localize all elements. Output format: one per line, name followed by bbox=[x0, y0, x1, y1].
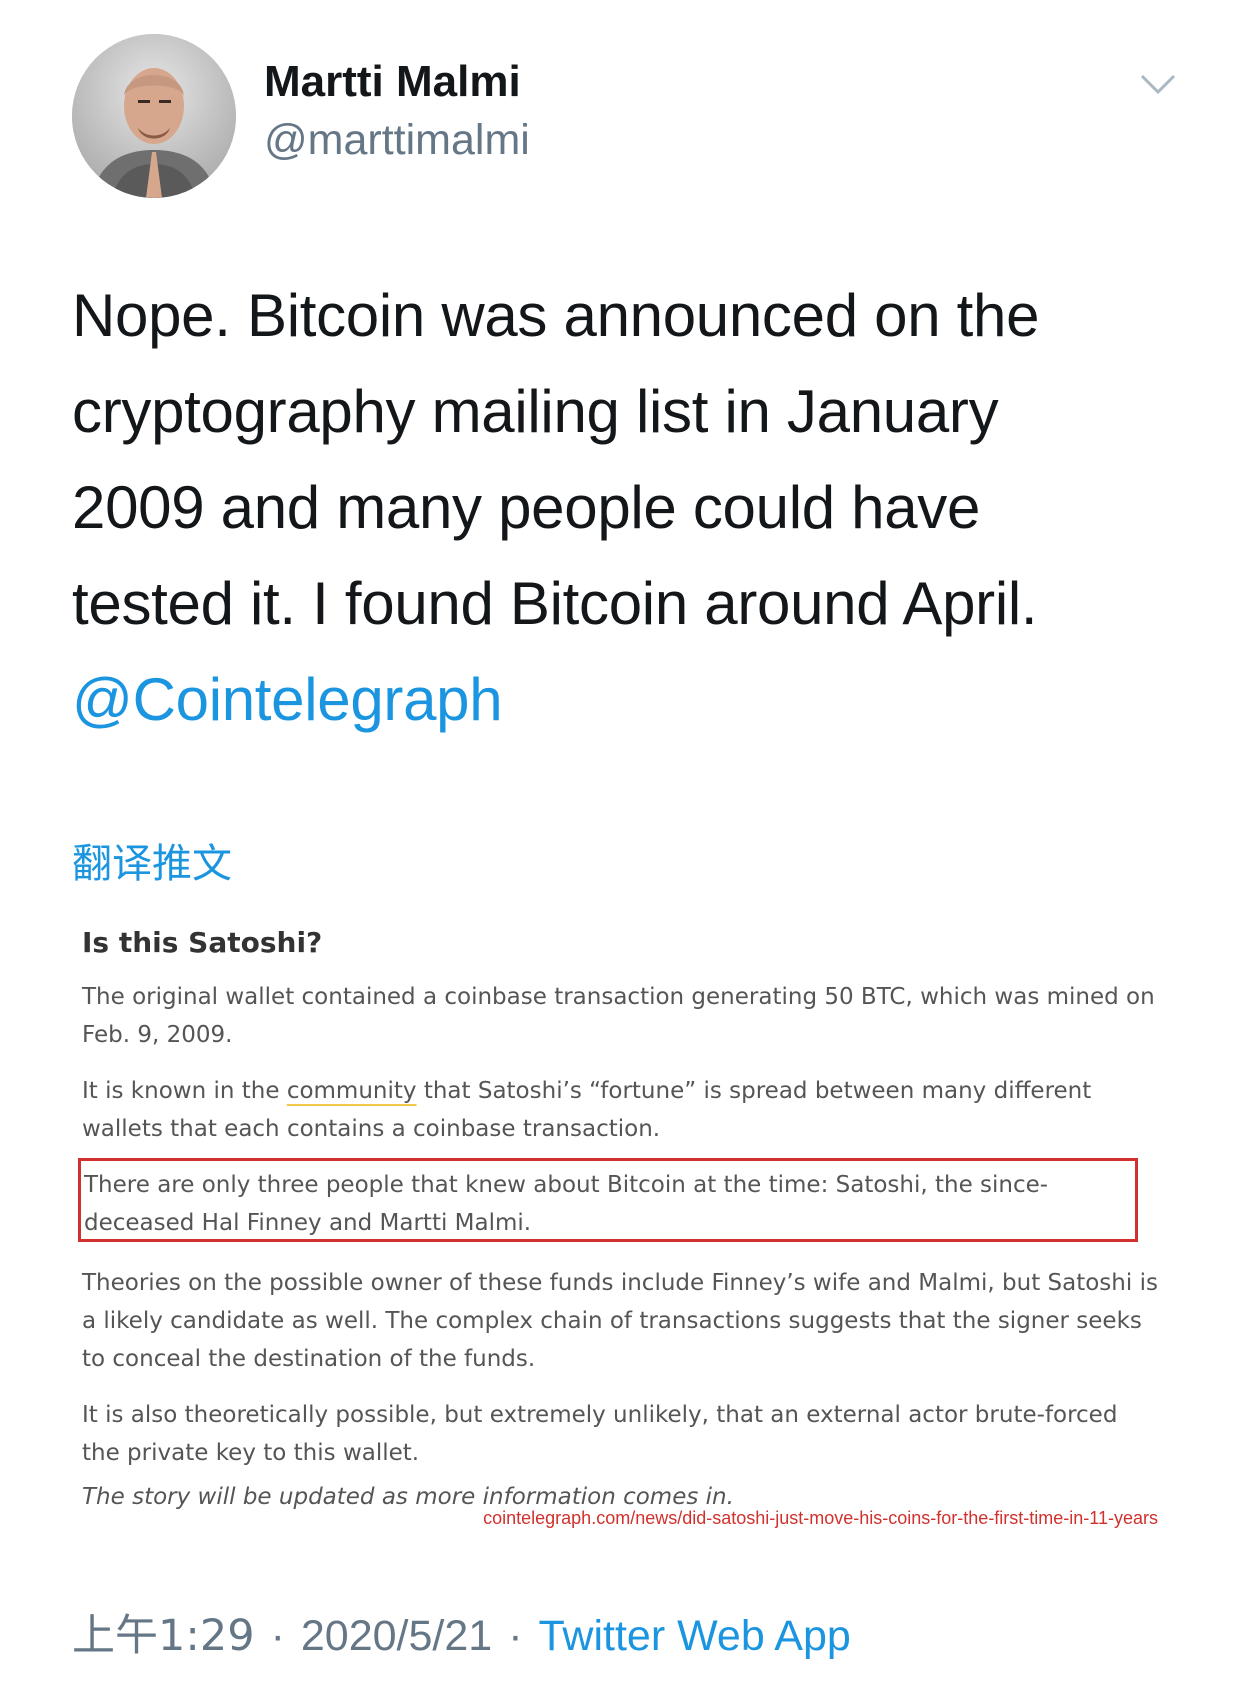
tweet-line: cryptography mailing list in January bbox=[72, 378, 999, 445]
attached-image[interactable]: Is this Satoshi? The original wallet con… bbox=[72, 912, 1182, 1552]
article-text: It is known in the bbox=[82, 1078, 287, 1104]
tweet-line: 2009 and many people could have bbox=[72, 474, 981, 541]
article-paragraph: It is also theoretically possible, but e… bbox=[82, 1402, 1118, 1466]
avatar[interactable] bbox=[72, 34, 236, 198]
source-url: cointelegraph.com/news/did-satoshi-just-… bbox=[483, 1508, 1158, 1528]
tweet-time[interactable]: 上午1:29 bbox=[72, 1611, 255, 1661]
profile-photo bbox=[72, 34, 236, 198]
user-handle[interactable]: @marttimalmi bbox=[264, 112, 530, 168]
user-names: Martti Malmi @marttimalmi bbox=[264, 56, 530, 168]
separator: · bbox=[508, 1612, 523, 1660]
article-paragraph: It is known in the community that Satosh… bbox=[82, 1072, 1162, 1148]
tweet-header: Martti Malmi @marttimalmi bbox=[72, 34, 1182, 204]
community-link: community bbox=[286, 1078, 417, 1104]
tweet-body: Nope. Bitcoin was announced on the crypt… bbox=[72, 268, 1182, 748]
mention-link[interactable]: @Cointelegraph bbox=[72, 652, 1182, 748]
source-app-link[interactable]: Twitter Web App bbox=[539, 1612, 851, 1660]
article-title: Is this Satoshi? bbox=[82, 926, 323, 959]
article-paragraph: The original wallet contained a coinbase… bbox=[82, 984, 1155, 1048]
article-paragraph: Theories on the possible owner of these … bbox=[82, 1270, 1158, 1372]
tweet-line: tested it. I found Bitcoin around April. bbox=[72, 570, 1038, 637]
translate-tweet-link[interactable]: 翻译推文 bbox=[72, 838, 232, 890]
display-name[interactable]: Martti Malmi bbox=[264, 56, 530, 108]
separator: · bbox=[270, 1612, 285, 1660]
highlighted-paragraph: There are only three people that knew ab… bbox=[84, 1172, 1049, 1236]
tweet-date[interactable]: 2020/5/21 bbox=[301, 1612, 492, 1660]
tweet-meta: 上午1:29 · 2020/5/21 · Twitter Web App bbox=[72, 1608, 851, 1664]
tweet-line: Nope. Bitcoin was announced on the bbox=[72, 282, 1040, 349]
chevron-down-icon[interactable] bbox=[1134, 66, 1182, 102]
